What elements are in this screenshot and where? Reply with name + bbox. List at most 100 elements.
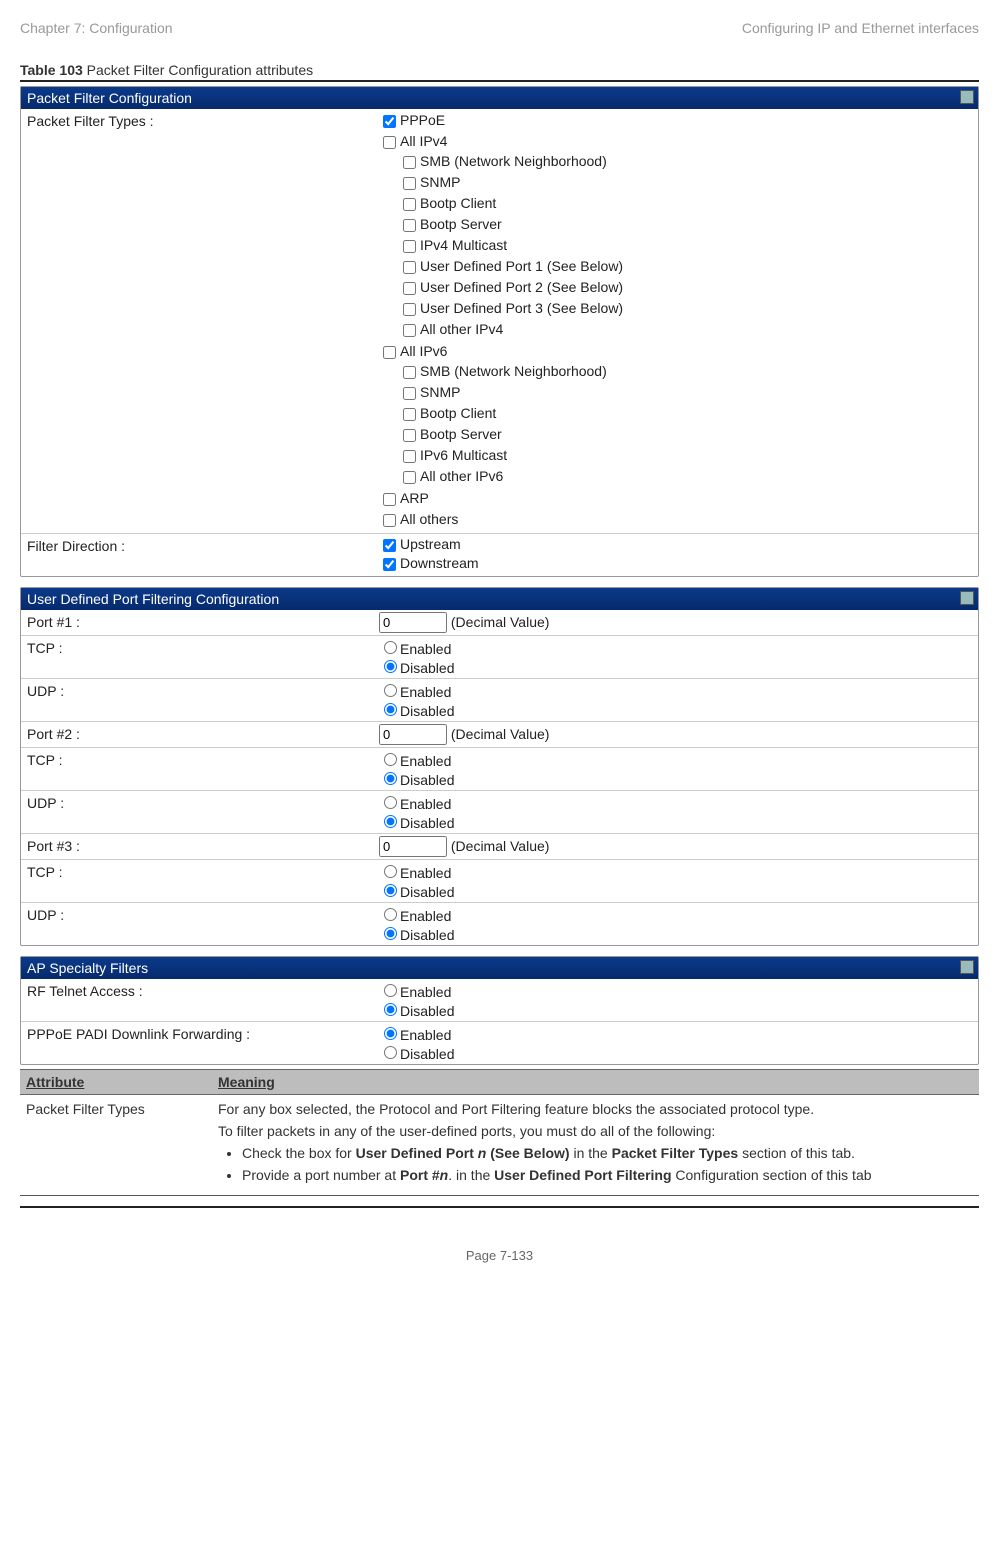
lbl-disabled: Disabled: [400, 703, 454, 719]
lbl-enabled: Enabled: [400, 908, 451, 924]
lbl-enabled: Enabled: [400, 1027, 451, 1043]
lbl-v4-smb: SMB (Network Neighborhood): [420, 153, 607, 169]
lbl-v4-udp3: User Defined Port 3 (See Below): [420, 300, 623, 316]
radio-tcp1-enabled[interactable]: [384, 641, 397, 654]
radio-tcp1-disabled[interactable]: [384, 660, 397, 673]
lbl-v6-smb: SMB (Network Neighborhood): [420, 363, 607, 379]
lbl-v4-mcast: IPv4 Multicast: [420, 237, 507, 253]
label-tcp3: TCP :: [21, 860, 373, 902]
label-port3: Port #3 :: [21, 834, 373, 859]
input-port2[interactable]: [379, 724, 447, 745]
bullet-2: Provide a port number at Port #n. in the…: [242, 1167, 973, 1183]
cb-v4-snmp[interactable]: [403, 177, 416, 190]
collapse-icon[interactable]: [960, 591, 974, 605]
lbl-all-others: All others: [400, 511, 458, 527]
th-meaning: Meaning: [212, 1070, 979, 1095]
lbl-enabled: Enabled: [400, 684, 451, 700]
radio-udp2-disabled[interactable]: [384, 815, 397, 828]
lbl-v4-bootpc: Bootp Client: [420, 195, 496, 211]
label-padi: PPPoE PADI Downlink Forwarding :: [21, 1022, 373, 1064]
radio-tcp3-disabled[interactable]: [384, 884, 397, 897]
cb-v4-mcast[interactable]: [403, 240, 416, 253]
collapse-icon[interactable]: [960, 90, 974, 104]
table-title-bold: Table 103: [20, 62, 83, 78]
label-filter-direction: Filter Direction :: [21, 534, 373, 576]
table-title-rest: Packet Filter Configuration attributes: [83, 62, 313, 78]
radio-tcp2-enabled[interactable]: [384, 753, 397, 766]
th-attribute: Attribute: [20, 1070, 212, 1095]
filter-direction-vals: Upstream Downstream: [373, 534, 978, 576]
cb-upstream[interactable]: [383, 539, 396, 552]
cb-v6-bootps[interactable]: [403, 429, 416, 442]
lbl-enabled: Enabled: [400, 753, 451, 769]
lbl-enabled: Enabled: [400, 796, 451, 812]
lbl-upstream: Upstream: [400, 536, 461, 552]
cb-downstream[interactable]: [383, 558, 396, 571]
meaning-p2: To filter packets in any of the user-def…: [218, 1123, 973, 1139]
panel-ap-specialty: AP Specialty Filters RF Telnet Access : …: [20, 956, 979, 1065]
cb-all-ipv6[interactable]: [383, 346, 396, 359]
table-title: Table 103 Packet Filter Configuration at…: [20, 62, 979, 78]
radio-rf-enabled[interactable]: [384, 984, 397, 997]
cb-v6-snmp[interactable]: [403, 387, 416, 400]
cb-v4-smb[interactable]: [403, 156, 416, 169]
cb-v4-bootps[interactable]: [403, 219, 416, 232]
cb-v6-other[interactable]: [403, 471, 416, 484]
cb-v4-udp1[interactable]: [403, 261, 416, 274]
lbl-v6-mcast: IPv6 Multicast: [420, 447, 507, 463]
label-udp1: UDP :: [21, 679, 373, 721]
label-port2: Port #2 :: [21, 722, 373, 747]
label-udp2: UDP :: [21, 791, 373, 833]
meaning-p1: For any box selected, the Protocol and P…: [218, 1101, 973, 1117]
lbl-downstream: Downstream: [400, 555, 479, 571]
lbl-decimal: (Decimal Value): [451, 726, 550, 742]
label-packet-filter-types: Packet Filter Types :: [21, 109, 373, 533]
panel-title: AP Specialty Filters: [27, 960, 148, 976]
input-port1[interactable]: [379, 612, 447, 633]
td-meaning: For any box selected, the Protocol and P…: [212, 1095, 979, 1196]
cb-all-others[interactable]: [383, 514, 396, 527]
label-port1: Port #1 :: [21, 610, 373, 635]
header-right: Configuring IP and Ethernet interfaces: [742, 20, 979, 36]
radio-tcp3-enabled[interactable]: [384, 865, 397, 878]
cb-v6-mcast[interactable]: [403, 450, 416, 463]
radio-udp3-disabled[interactable]: [384, 927, 397, 940]
cb-v4-other[interactable]: [403, 324, 416, 337]
lbl-v4-snmp: SNMP: [420, 174, 460, 190]
cb-v4-udp2[interactable]: [403, 282, 416, 295]
panel-user-defined-port: User Defined Port Filtering Configuratio…: [20, 587, 979, 946]
panel-packet-filter-config: Packet Filter Configuration Packet Filte…: [20, 86, 979, 577]
radio-rf-disabled[interactable]: [384, 1003, 397, 1016]
radio-padi-disabled[interactable]: [384, 1046, 397, 1059]
cb-v6-smb[interactable]: [403, 366, 416, 379]
lbl-v4-udp2: User Defined Port 2 (See Below): [420, 279, 623, 295]
radio-udp3-enabled[interactable]: [384, 908, 397, 921]
cb-pppoe[interactable]: [383, 115, 396, 128]
bullet-1: Check the box for User Defined Port n (S…: [242, 1145, 973, 1161]
lbl-v4-bootps: Bootp Server: [420, 216, 502, 232]
radio-padi-enabled[interactable]: [384, 1027, 397, 1040]
label-udp3: UDP :: [21, 903, 373, 945]
cb-v6-bootpc[interactable]: [403, 408, 416, 421]
cb-arp[interactable]: [383, 493, 396, 506]
collapse-icon[interactable]: [960, 960, 974, 974]
radio-tcp2-disabled[interactable]: [384, 772, 397, 785]
page-footer: Page 7-133: [20, 1248, 979, 1263]
lbl-disabled: Disabled: [400, 1003, 454, 1019]
header-left: Chapter 7: Configuration: [20, 20, 173, 36]
label-tcp1: TCP :: [21, 636, 373, 678]
cb-all-ipv4[interactable]: [383, 136, 396, 149]
panel-title: Packet Filter Configuration: [27, 90, 192, 106]
cb-v4-udp3[interactable]: [403, 303, 416, 316]
lbl-v6-other: All other IPv6: [420, 468, 503, 484]
radio-udp1-disabled[interactable]: [384, 703, 397, 716]
lbl-disabled: Disabled: [400, 884, 454, 900]
cb-v4-bootpc[interactable]: [403, 198, 416, 211]
radio-udp1-enabled[interactable]: [384, 684, 397, 697]
input-port3[interactable]: [379, 836, 447, 857]
td-attr: Packet Filter Types: [20, 1095, 212, 1196]
lbl-v6-snmp: SNMP: [420, 384, 460, 400]
lbl-enabled: Enabled: [400, 865, 451, 881]
label-rf-telnet: RF Telnet Access :: [21, 979, 373, 1021]
radio-udp2-enabled[interactable]: [384, 796, 397, 809]
